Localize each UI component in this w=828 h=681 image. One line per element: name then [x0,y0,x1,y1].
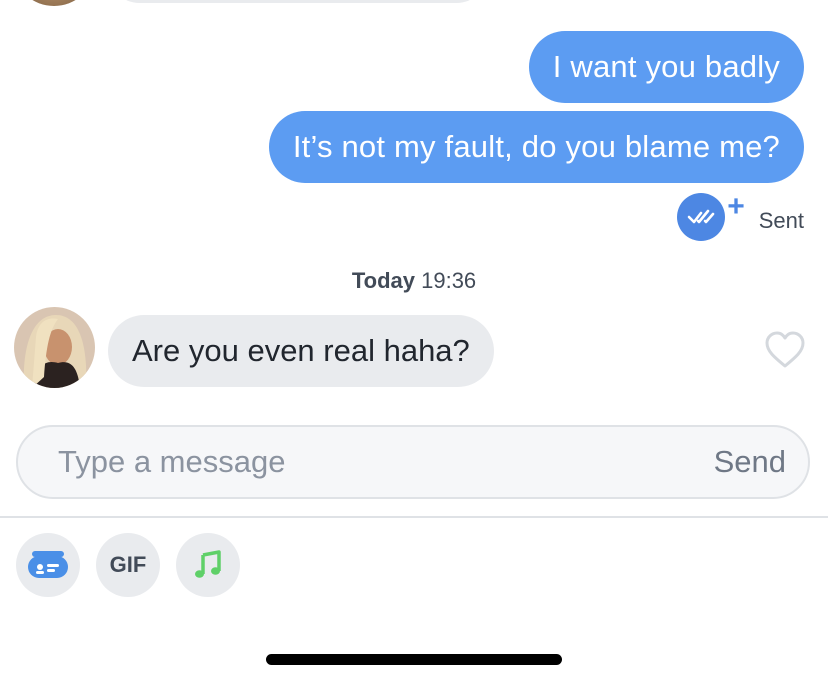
outgoing-message-bubble[interactable]: I want you badly [528,31,804,103]
outgoing-message-text: It’s not my fault, do you blame me? [292,129,780,164]
timestamp-time: 19:36 [421,268,477,293]
message-timestamp: Today 19:36 [0,268,828,294]
message-composer: Send [16,425,810,499]
outgoing-message-bubble[interactable]: It’s not my fault, do you blame me? [268,111,804,183]
contact-card-button[interactable] [16,533,80,597]
music-button[interactable] [176,533,240,597]
home-indicator[interactable] [266,654,562,665]
gif-label: GIF [109,552,147,577]
read-receipt-icon[interactable] [677,193,726,241]
outgoing-message-text: I want you badly [552,49,780,84]
incoming-message-bubble[interactable]: Are you even real haha? [108,315,494,387]
divider [0,516,828,518]
send-button[interactable]: Send [714,444,786,480]
timestamp-day: Today [351,268,415,293]
music-note-icon [195,550,221,578]
contact-card-icon [28,551,68,578]
gif-button[interactable]: GIF [96,533,160,597]
heart-icon[interactable] [764,331,806,369]
message-input[interactable] [58,444,658,480]
match-avatar[interactable] [14,307,95,388]
incoming-message-text: Are you even real haha? [132,333,470,368]
previous-message-bubble [108,0,488,3]
message-receipt: + Sent [677,192,804,241]
previous-avatar [14,0,94,6]
plus-icon[interactable]: + [727,192,745,222]
sent-status: Sent [758,208,804,233]
